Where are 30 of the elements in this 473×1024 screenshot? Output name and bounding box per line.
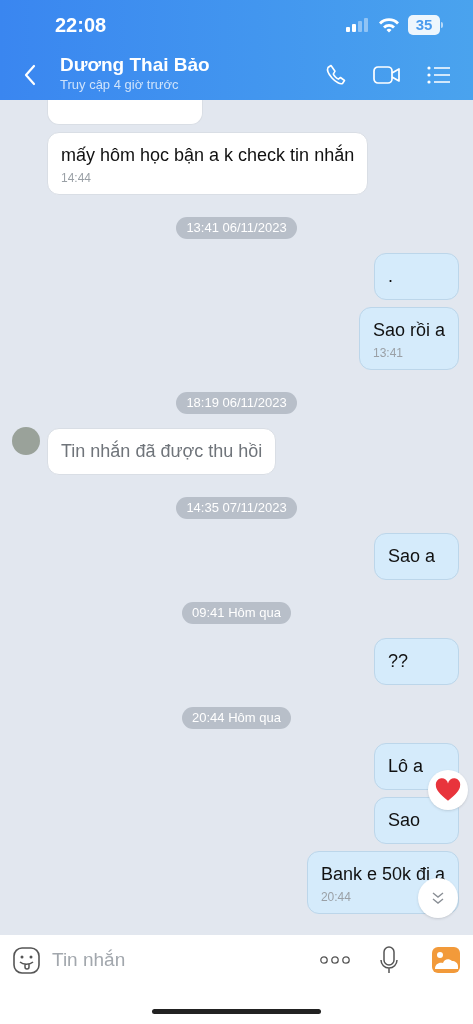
signal-icon <box>346 18 370 32</box>
message-time: 20:44 <box>320 890 351 905</box>
message-text: Lô a <box>388 755 425 778</box>
heart-icon[interactable] <box>435 778 461 802</box>
more-icon[interactable] <box>320 955 350 965</box>
message-text: . <box>388 265 394 288</box>
image-icon[interactable] <box>432 947 460 973</box>
scroll-down-button[interactable] <box>418 878 458 918</box>
microphone-icon[interactable] <box>380 946 398 974</box>
message-text: ?? <box>388 650 410 673</box>
avatar[interactable] <box>12 427 40 455</box>
emoji-icon[interactable] <box>13 946 40 974</box>
contact-name[interactable]: Dương Thai Bảo <box>60 53 325 77</box>
menu-icon[interactable] <box>427 66 451 84</box>
chevrons-down-icon[interactable] <box>432 891 444 905</box>
message-time: 13:41 <box>372 346 403 361</box>
last-seen-text: Truy cập 4 giờ trước <box>60 77 180 93</box>
video-call-icon[interactable] <box>373 65 401 85</box>
status-time: 22:08 <box>55 13 107 38</box>
message-text: mấy hôm học bận a k check tin nhắn <box>61 144 355 167</box>
message-text: Tin nhắn đã được thu hồi <box>61 440 263 463</box>
message-text: Sao rồi a <box>372 319 445 342</box>
wifi-icon <box>378 17 400 33</box>
message-text: Sao <box>388 809 422 832</box>
message-text: Sao a <box>388 545 437 568</box>
message-time: 14:44 <box>61 171 92 186</box>
heart-reaction-button[interactable] <box>428 770 468 810</box>
message-input[interactable]: Tin nhắn <box>52 945 320 975</box>
back-icon[interactable] <box>23 64 37 86</box>
battery-icon: 35 <box>408 15 443 35</box>
